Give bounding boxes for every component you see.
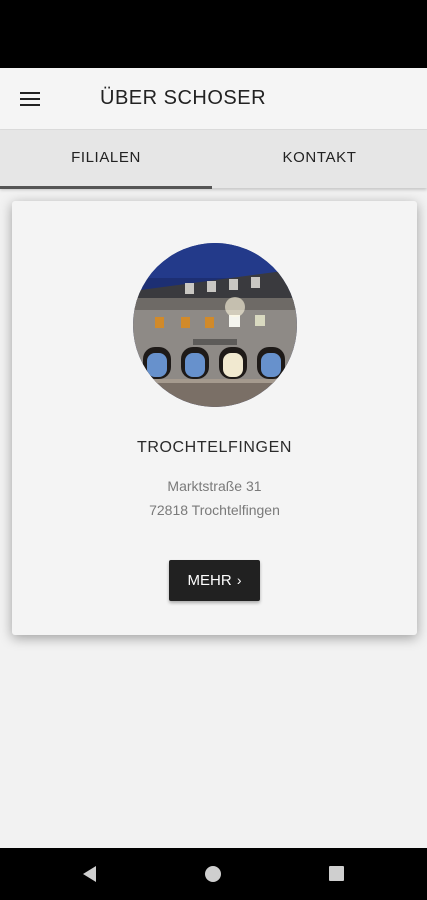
home-icon[interactable]: [205, 866, 221, 882]
tab-filialen[interactable]: FILIALEN: [0, 130, 212, 188]
mehr-button-label: MEHR: [187, 572, 232, 589]
store-street: Marktstraße 31: [167, 478, 262, 494]
page-title: ÜBER SCHOSER: [100, 87, 267, 109]
status-bar: [0, 0, 427, 68]
active-tab-indicator: [0, 186, 212, 189]
store-name: TROCHTELFINGEN: [136, 439, 293, 456]
app-bar: ÜBER SCHOSER: [0, 68, 427, 130]
tab-bar: FILIALEN KONTAKT: [0, 130, 427, 188]
tab-kontakt[interactable]: KONTAKT: [212, 130, 427, 188]
store-city: 72818 Trochtelfingen: [149, 502, 280, 518]
hamburger-menu-icon[interactable]: [16, 86, 46, 112]
store-building-image: [133, 243, 297, 407]
recent-apps-icon[interactable]: [329, 866, 344, 881]
chevron-right-icon: ›: [236, 572, 242, 588]
mehr-button[interactable]: MEHR ›: [169, 560, 260, 601]
system-nav-bar: [0, 848, 427, 900]
back-icon[interactable]: [83, 866, 96, 882]
store-card: TROCHTELFINGEN Marktstraße 31 72818 Troc…: [12, 201, 417, 635]
store-photo: [133, 243, 297, 407]
